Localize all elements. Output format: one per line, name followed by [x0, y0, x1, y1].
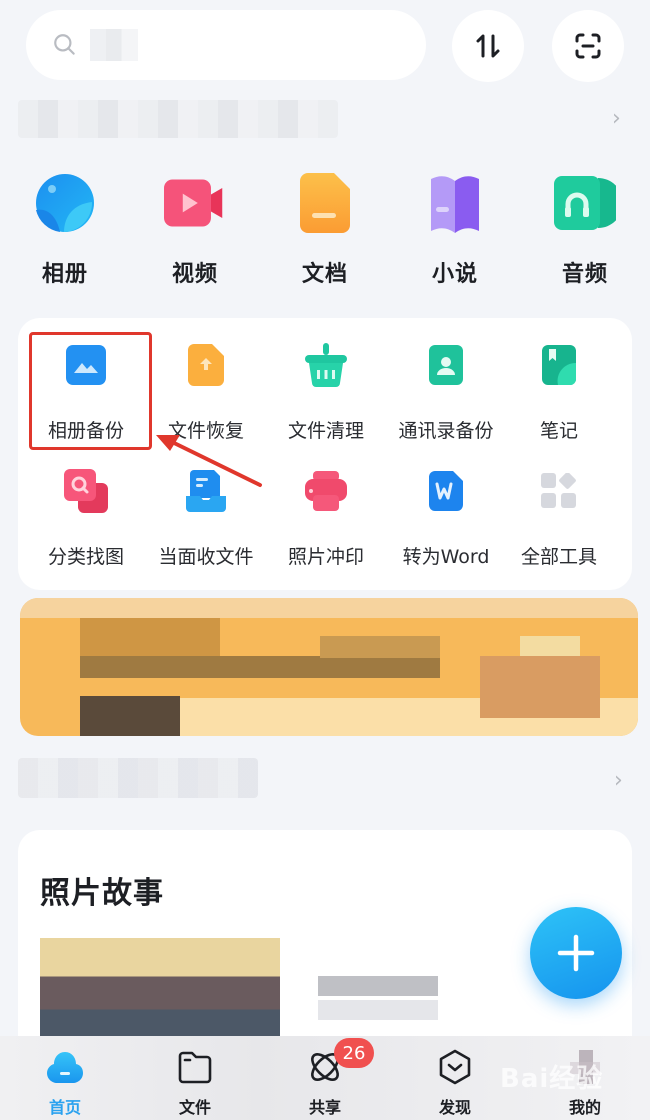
- section-title: 照片故事: [40, 876, 164, 911]
- tool-all-tools[interactable]: 全部工具: [498, 468, 620, 569]
- all-tools-icon: [536, 468, 582, 514]
- chevron-right-icon[interactable]: ›: [614, 768, 623, 793]
- category-row: 相册 视频 文档 小说 音频: [0, 172, 650, 288]
- tool-file-cleanup[interactable]: 文件清理: [265, 342, 387, 443]
- video-icon: [164, 172, 226, 234]
- document-icon: [294, 172, 356, 234]
- annotation-arrow-icon: [156, 435, 262, 487]
- classify-search-icon: [63, 468, 109, 514]
- notification-badge: 26: [334, 1038, 374, 1068]
- watermark: Bai经验: [500, 1064, 604, 1094]
- category-album[interactable]: 相册: [0, 172, 130, 288]
- story-thumbnail[interactable]: [40, 938, 280, 1048]
- category-video[interactable]: 视频: [130, 172, 260, 288]
- category-novel[interactable]: 小说: [390, 172, 520, 288]
- tool-label: 分类找图: [47, 546, 124, 568]
- tool-label: 通讯录备份: [398, 420, 494, 442]
- file-cleanup-icon: [303, 342, 349, 388]
- nav-label: 文件: [178, 1098, 211, 1117]
- album-icon: [34, 172, 96, 234]
- tool-label: 照片冲印: [287, 546, 364, 568]
- tool-convert-word[interactable]: 转为Word: [385, 468, 507, 569]
- tool-contacts-backup[interactable]: 通讯录备份: [385, 342, 507, 443]
- tool-file-recovery[interactable]: 文件恢复: [145, 342, 267, 443]
- nav-label: 共享: [308, 1098, 341, 1117]
- tool-label: 转为Word: [402, 546, 490, 568]
- highlight-box: [29, 332, 152, 450]
- category-label: 音频: [561, 262, 608, 287]
- story-text-blurred: [318, 976, 438, 996]
- tool-label: 文件清理: [287, 420, 364, 442]
- search-placeholder-blurred: [90, 29, 138, 61]
- add-button[interactable]: [530, 907, 622, 999]
- folder-icon: [178, 1051, 212, 1084]
- convert-word-icon: [423, 468, 469, 514]
- nav-label: 首页: [48, 1098, 81, 1117]
- story-subtext-blurred: [318, 1000, 438, 1020]
- tool-classify-search[interactable]: 分类找图: [25, 468, 147, 569]
- section-header-blurred[interactable]: [18, 758, 258, 798]
- file-recovery-icon: [183, 342, 229, 388]
- nav-share[interactable]: 共享 26: [260, 1036, 390, 1120]
- tool-photo-print[interactable]: 照片冲印: [265, 468, 387, 569]
- transfer-button[interactable]: [452, 10, 524, 82]
- contacts-backup-icon: [423, 342, 469, 388]
- nav-label: 发现: [438, 1098, 471, 1117]
- category-label: 相册: [41, 262, 88, 287]
- scan-button[interactable]: [552, 10, 624, 82]
- tool-notes[interactable]: 笔记: [498, 342, 620, 443]
- notes-icon: [536, 342, 582, 388]
- nav-label: 我的: [568, 1098, 601, 1117]
- search-bar[interactable]: [26, 10, 426, 80]
- photo-print-icon: [303, 468, 349, 514]
- audio-icon: [554, 172, 616, 234]
- promo-banner-blurred[interactable]: [20, 598, 638, 736]
- category-audio[interactable]: 音频: [520, 172, 650, 288]
- search-icon: [54, 34, 75, 55]
- notice-banner-blurred[interactable]: [18, 100, 338, 138]
- plus-icon: [557, 934, 595, 972]
- category-label: 文档: [301, 262, 348, 287]
- tool-label: 笔记: [539, 420, 578, 442]
- sort-transfer-icon: [476, 34, 500, 58]
- home-cloud-icon: [47, 1052, 83, 1083]
- tool-label: 当面收文件: [158, 546, 254, 568]
- category-label: 视频: [171, 262, 218, 287]
- novel-icon: [424, 172, 486, 234]
- nav-files[interactable]: 文件: [130, 1036, 260, 1120]
- tool-label: 全部工具: [520, 546, 597, 568]
- discover-icon: [439, 1049, 471, 1085]
- category-document[interactable]: 文档: [260, 172, 390, 288]
- chevron-right-icon[interactable]: ›: [612, 106, 621, 131]
- nav-home[interactable]: 首页: [0, 1036, 130, 1120]
- category-label: 小说: [431, 262, 478, 287]
- scan-icon: [575, 33, 601, 59]
